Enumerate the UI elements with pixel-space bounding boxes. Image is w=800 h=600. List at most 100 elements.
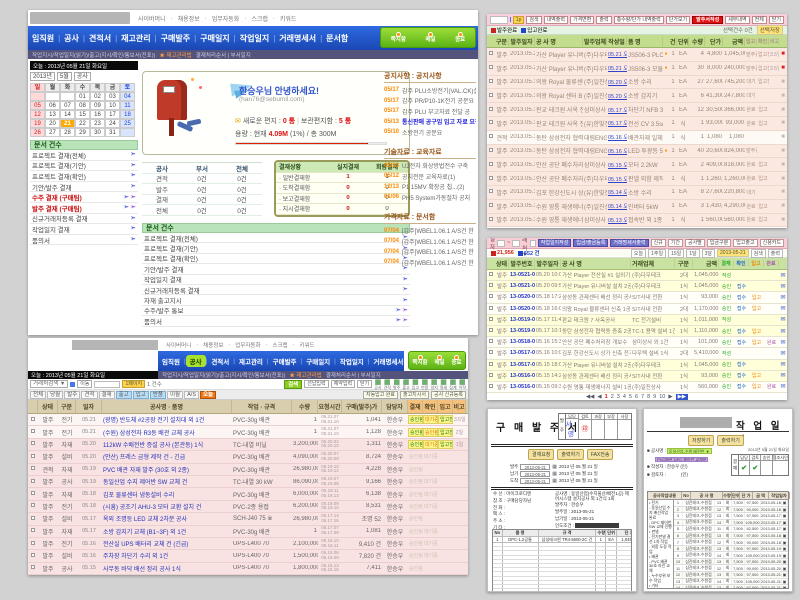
table-row[interactable]: 발주13-0520-0405.18 16:05의왕 Royal 물류센터 신축 … [487, 304, 787, 315]
calendar-date-25[interactable]: 25 [120, 119, 135, 128]
calendar-date-18[interactable]: 18 [120, 110, 135, 119]
pager-next[interactable]: ▶ [668, 394, 672, 400]
excel-export-button[interactable]: ▦이력 [459, 379, 466, 390]
calendar-icon[interactable]: ▦ [552, 478, 557, 484]
row-link[interactable]: 05.17 오전 [607, 106, 627, 114]
table-row[interactable]: 발주13-0516-0705.15 14:27삼성동 관제센터 배선 정리 공사… [487, 371, 787, 382]
list-item[interactable]: 작업일지 결재➣ [30, 224, 138, 235]
notice-item[interactable]: 07/04[감주]WBEL1.06.1 A/S건 한 [384, 247, 476, 258]
calendar-date-07[interactable]: 07 [60, 101, 75, 110]
row-link[interactable]: 05.17 오전 [607, 119, 627, 127]
row-link[interactable]: 사무동 바닥 배선 정리 공사 1식 [102, 564, 232, 573]
pager-page-5[interactable]: 5 [629, 394, 632, 400]
row-link[interactable]: 13-0518-01 [509, 339, 535, 345]
quick-item-2[interactable]: 메일 [425, 32, 435, 44]
go-arrow-icon[interactable]: ➣ [395, 307, 401, 314]
table-row[interactable]: 발주자재05.20112kW 수배전반 증설 공사 (본관동) 1식TC-내열 … [28, 439, 468, 451]
tab-A/S[interactable]: A/S [184, 391, 199, 399]
search-input[interactable] [490, 16, 508, 24]
excel-export-button[interactable]: ▦발주 [393, 379, 400, 390]
row-link[interactable]: 13-0516-06 [509, 384, 535, 390]
calendar-date-20[interactable]: 20 [45, 119, 60, 128]
confirm-icon[interactable]: ▣ [782, 559, 788, 564]
status-icon[interactable]: ■ [781, 51, 785, 57]
confirm-icon[interactable]: ▣ [782, 540, 788, 545]
pager-page-8[interactable]: 8 [647, 394, 650, 400]
list-item[interactable]: 수주/발주 통보➣➣ [142, 306, 410, 316]
row-link[interactable]: 05.14 오전 [607, 202, 627, 210]
confirm-icon[interactable]: ▣ [782, 579, 788, 584]
row-link[interactable]: 05.20 오후 [607, 92, 627, 100]
go-arrow-icon[interactable]: ➣ [130, 162, 136, 169]
toolbar-button[interactable]: 검색 [526, 16, 541, 24]
month-select[interactable]: 5월 [57, 72, 72, 81]
list-item[interactable]: 프로젝트 결재(확인)➣ [30, 171, 138, 182]
nav-item-5[interactable]: 구매발주 [157, 33, 194, 44]
date-to-input[interactable] [512, 240, 520, 247]
calendar-date-13[interactable]: 13 [45, 110, 60, 119]
calendar-date-11[interactable]: 11 [120, 101, 135, 110]
list-item[interactable]: 신규거래처등록 결재➣ [142, 285, 410, 295]
row-checkbox[interactable] [489, 339, 493, 343]
toolbar-button[interactable]: 가격변환 [570, 16, 594, 24]
row-link[interactable]: 05.16 오후 [607, 133, 627, 141]
chip-button[interactable]: 출고지시서 [400, 391, 429, 399]
breadcrumb-mid[interactable]: ★ 재고관리법 [159, 51, 191, 59]
toolbar-button[interactable]: 총수량/단가 내역출력 [614, 16, 664, 24]
tab-전체[interactable]: 전체 [30, 391, 46, 399]
confirm-icon[interactable]: ▣ [782, 500, 788, 505]
mail-icon[interactable]: ✉ [780, 329, 785, 335]
mail-icon[interactable]: ✉ [780, 351, 785, 357]
notice-item[interactable]: 07/04[감주]WBEL1.06.1 A/S건 한 [384, 236, 476, 247]
row-checkbox[interactable] [31, 503, 35, 507]
toolbar-button[interactable]: 출력 [768, 249, 783, 258]
chip-button[interactable]: 공사 신규등록 [431, 391, 466, 399]
calendar-date-31[interactable]: 31 [105, 128, 120, 137]
go-arrow-icon[interactable]: ➣ [130, 183, 136, 190]
row-link[interactable]: 13-0517-08 [509, 362, 535, 368]
table-row[interactable]: 발주2013.05.14안산 공단 폐수처리장 개보수삼미상사05.15 오전모… [487, 158, 787, 172]
nav-item-6[interactable]: 구매일지 [302, 356, 334, 366]
row-checkbox[interactable] [489, 217, 493, 221]
table-row[interactable]: 발주13-0520-0505.18 17:22삼성동 관제센터 배선 정리 공사… [487, 292, 787, 303]
table-row[interactable]: 발주13-0519-0205.17 10:15동탄 삼성전자 협력동 증축 2공… [487, 326, 787, 337]
quick-item-3[interactable]: 종료 [451, 355, 461, 367]
calendar-date-26[interactable]: 26 [30, 128, 45, 137]
table-row[interactable]: 발주공사05.19동일산업 수지 제어반 SW 교체 건TC-내열 30 kW8… [28, 476, 468, 488]
confirm-icon[interactable]: ▣ [782, 553, 788, 558]
table-row[interactable]: 발주2013.05.16판교 테크원 사옥 전기공사삼미상사05.17 오전차단… [487, 103, 787, 117]
nav-item-8[interactable]: 거래명세서 [369, 356, 407, 366]
toolbar-button[interactable]: 출력 [596, 16, 611, 24]
toolbar-button[interactable]: 세부내역 [725, 16, 749, 24]
browser-menu-item[interactable]: 키워드 [280, 14, 297, 23]
list-item[interactable]: 기안/발주 결재➣ [30, 182, 138, 193]
go-arrow-icon[interactable]: ➣ [402, 297, 408, 304]
vendor-select[interactable]: 거래처검색 ▼ [30, 380, 68, 388]
browser-menu-item[interactable]: 스크랩 [251, 14, 268, 23]
calendar-date-06[interactable]: 06 [45, 101, 60, 110]
row-link[interactable]: (광명) 반도체 #2공장 전기 설치대 외 1건 [102, 415, 232, 424]
filter-checkbox[interactable] [70, 382, 75, 387]
toolbar-button[interactable]: 닫기 [769, 16, 784, 24]
row-checkbox[interactable] [489, 294, 493, 298]
create-order-button[interactable]: 발주서작성 [692, 16, 723, 24]
pager-page-3[interactable]: 3 [617, 394, 620, 400]
confirm-icon[interactable]: ▣ [782, 546, 788, 551]
notice-item[interactable]: 05/17감주 PLU소방전기(VAL.CK)설 [384, 85, 476, 96]
table-row[interactable]: 발주전기05.16전산실 UPS 배터리 교체 건 (긴급)UPS-L400 7… [28, 538, 468, 550]
nav-item-3[interactable]: 견적서 [207, 356, 233, 366]
excel-export-button[interactable]: ▦입고 [412, 379, 419, 390]
row-link[interactable]: 주차장 차단기 수리 외 1건 [102, 551, 232, 560]
browser-menu-item[interactable]: 스크랩 [272, 341, 287, 349]
row-checkbox[interactable] [31, 516, 35, 520]
row-checkbox[interactable] [489, 362, 493, 366]
nav-item-5[interactable]: 구매발주 [269, 356, 301, 366]
list-item[interactable]: 품의서➣ [30, 235, 138, 246]
document-button[interactable]: 출력하기 [717, 435, 743, 446]
mail-icon[interactable]: ✉ [780, 295, 785, 301]
toolbar-button[interactable]: 내역출력 [544, 16, 568, 24]
notice-item[interactable]: 07/04[감주]WBEL1.06.1 A/S건 한 [384, 226, 476, 237]
row-link[interactable]: 전산실 UPS 배터리 교체 건 (긴급) [102, 539, 232, 548]
excel-export-button[interactable]: ▦일지 [431, 379, 438, 390]
tab-반품[interactable]: 반품 [150, 391, 166, 399]
